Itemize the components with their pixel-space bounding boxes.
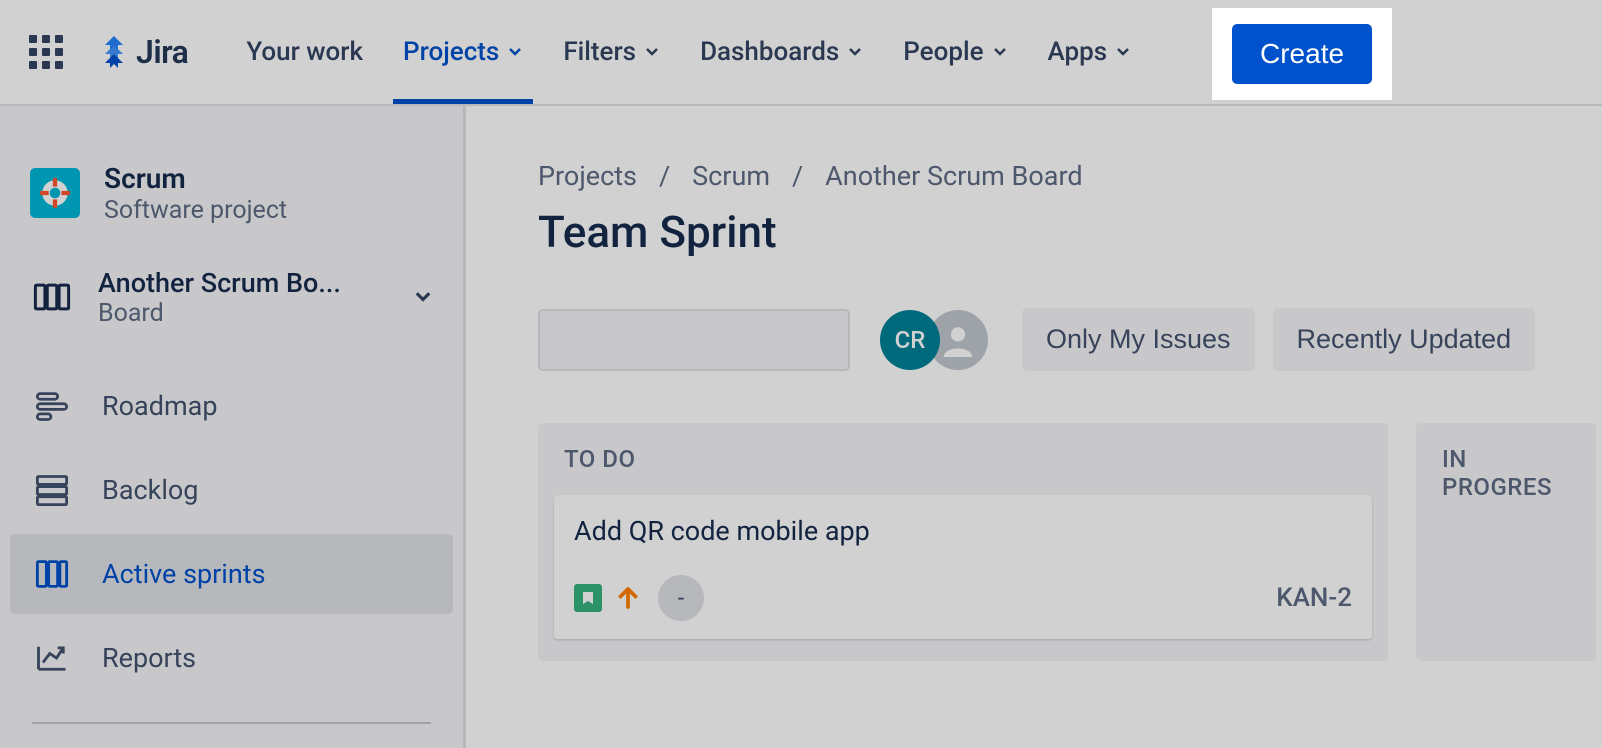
- story-icon: [574, 584, 602, 612]
- person-icon: [941, 323, 975, 357]
- filter-only-my-issues[interactable]: Only My Issues: [1022, 308, 1255, 371]
- column-todo: TO DO Add QR code mobile app - K: [538, 423, 1388, 661]
- jira-logo-icon: [98, 36, 130, 68]
- board-subtitle: Board: [98, 299, 413, 328]
- avatar-user[interactable]: CR: [880, 310, 940, 370]
- nav-projects[interactable]: Projects: [383, 0, 543, 104]
- chevron-down-icon: [847, 44, 863, 60]
- nav-apps[interactable]: Apps: [1028, 0, 1152, 104]
- chevron-down-icon: [644, 44, 660, 60]
- toolbar: CR Only My Issues Recently Updated: [538, 308, 1602, 371]
- chevron-down-icon: [1115, 44, 1131, 60]
- sidebar-item-label: Active sprints: [102, 558, 266, 590]
- card-footer: - KAN-2: [574, 575, 1352, 621]
- board-name: Another Scrum Bo...: [98, 267, 378, 299]
- breadcrumb-separator: /: [659, 160, 670, 192]
- roadmap-icon: [32, 386, 72, 426]
- issue-card[interactable]: Add QR code mobile app - KAN-2: [554, 495, 1372, 639]
- breadcrumb-board[interactable]: Another Scrum Board: [825, 160, 1082, 192]
- sidebar-item-roadmap[interactable]: Roadmap: [10, 366, 453, 446]
- sidebar-item-label: Roadmap: [102, 390, 217, 422]
- jira-logo[interactable]: Jira: [98, 33, 188, 71]
- reports-icon: [32, 638, 72, 678]
- breadcrumb-scrum[interactable]: Scrum: [692, 160, 770, 192]
- page-title: Team Sprint: [538, 206, 1602, 258]
- sidebar-item-backlog[interactable]: Backlog: [10, 450, 453, 530]
- sidebar-divider: [32, 722, 431, 724]
- sidebar-item-active-sprints[interactable]: Active sprints: [10, 534, 453, 614]
- nav-people[interactable]: People: [883, 0, 1027, 104]
- backlog-icon: [32, 470, 72, 510]
- board-icon: [30, 275, 74, 319]
- nav-label: People: [903, 37, 983, 67]
- sidebar-item-label: Backlog: [102, 474, 198, 506]
- sidebar-item-label: Reports: [102, 642, 196, 674]
- main-layout: Scrum Software project Another Scrum Bo.…: [0, 106, 1602, 748]
- nav-label: Your work: [246, 37, 363, 67]
- nav-label: Dashboards: [700, 37, 839, 67]
- breadcrumb-projects[interactable]: Projects: [538, 160, 637, 192]
- nav-label: Filters: [563, 37, 636, 67]
- nav-filters[interactable]: Filters: [543, 0, 680, 104]
- breadcrumb-separator: /: [792, 160, 803, 192]
- nav-your-work[interactable]: Your work: [226, 0, 383, 104]
- project-icon: [30, 168, 80, 218]
- create-button[interactable]: Create: [1232, 24, 1372, 84]
- avatar-group: CR: [880, 310, 988, 370]
- filter-recently-updated[interactable]: Recently Updated: [1273, 308, 1536, 371]
- board-selector[interactable]: Another Scrum Bo... Board: [0, 267, 463, 356]
- column-in-progress: IN PROGRES: [1416, 423, 1596, 661]
- sidebar: Scrum Software project Another Scrum Bo.…: [0, 106, 466, 748]
- card-assignee[interactable]: -: [658, 575, 704, 621]
- search-box[interactable]: [538, 309, 850, 371]
- column-header: IN PROGRES: [1432, 445, 1580, 523]
- chevron-down-icon: [507, 44, 523, 60]
- create-button-highlight: Create: [1214, 10, 1390, 98]
- chevron-down-icon: [992, 44, 1008, 60]
- side-nav: Roadmap Backlog: [0, 356, 463, 724]
- search-input[interactable]: [556, 327, 844, 353]
- project-name: Scrum: [104, 162, 287, 196]
- nav-label: Apps: [1048, 37, 1108, 67]
- app-switcher-icon[interactable]: [28, 34, 64, 70]
- sprints-icon: [32, 554, 72, 594]
- card-key: KAN-2: [1276, 583, 1352, 613]
- column-header: TO DO: [554, 445, 1372, 495]
- nav-dashboards[interactable]: Dashboards: [680, 0, 883, 104]
- nav-label: Projects: [403, 37, 499, 67]
- content-area: Projects / Scrum / Another Scrum Board T…: [466, 106, 1602, 748]
- nav-items: Your work Projects Filters Dashboards Pe…: [226, 0, 1151, 104]
- logo-text: Jira: [136, 33, 188, 71]
- breadcrumb: Projects / Scrum / Another Scrum Board: [538, 160, 1602, 192]
- project-subtitle: Software project: [104, 196, 287, 225]
- priority-icon: [616, 586, 640, 610]
- chevron-down-icon: [413, 287, 433, 307]
- project-header[interactable]: Scrum Software project: [0, 162, 463, 267]
- board-columns: TO DO Add QR code mobile app - K: [538, 423, 1602, 661]
- card-title: Add QR code mobile app: [574, 515, 1352, 547]
- sidebar-item-reports[interactable]: Reports: [10, 618, 453, 698]
